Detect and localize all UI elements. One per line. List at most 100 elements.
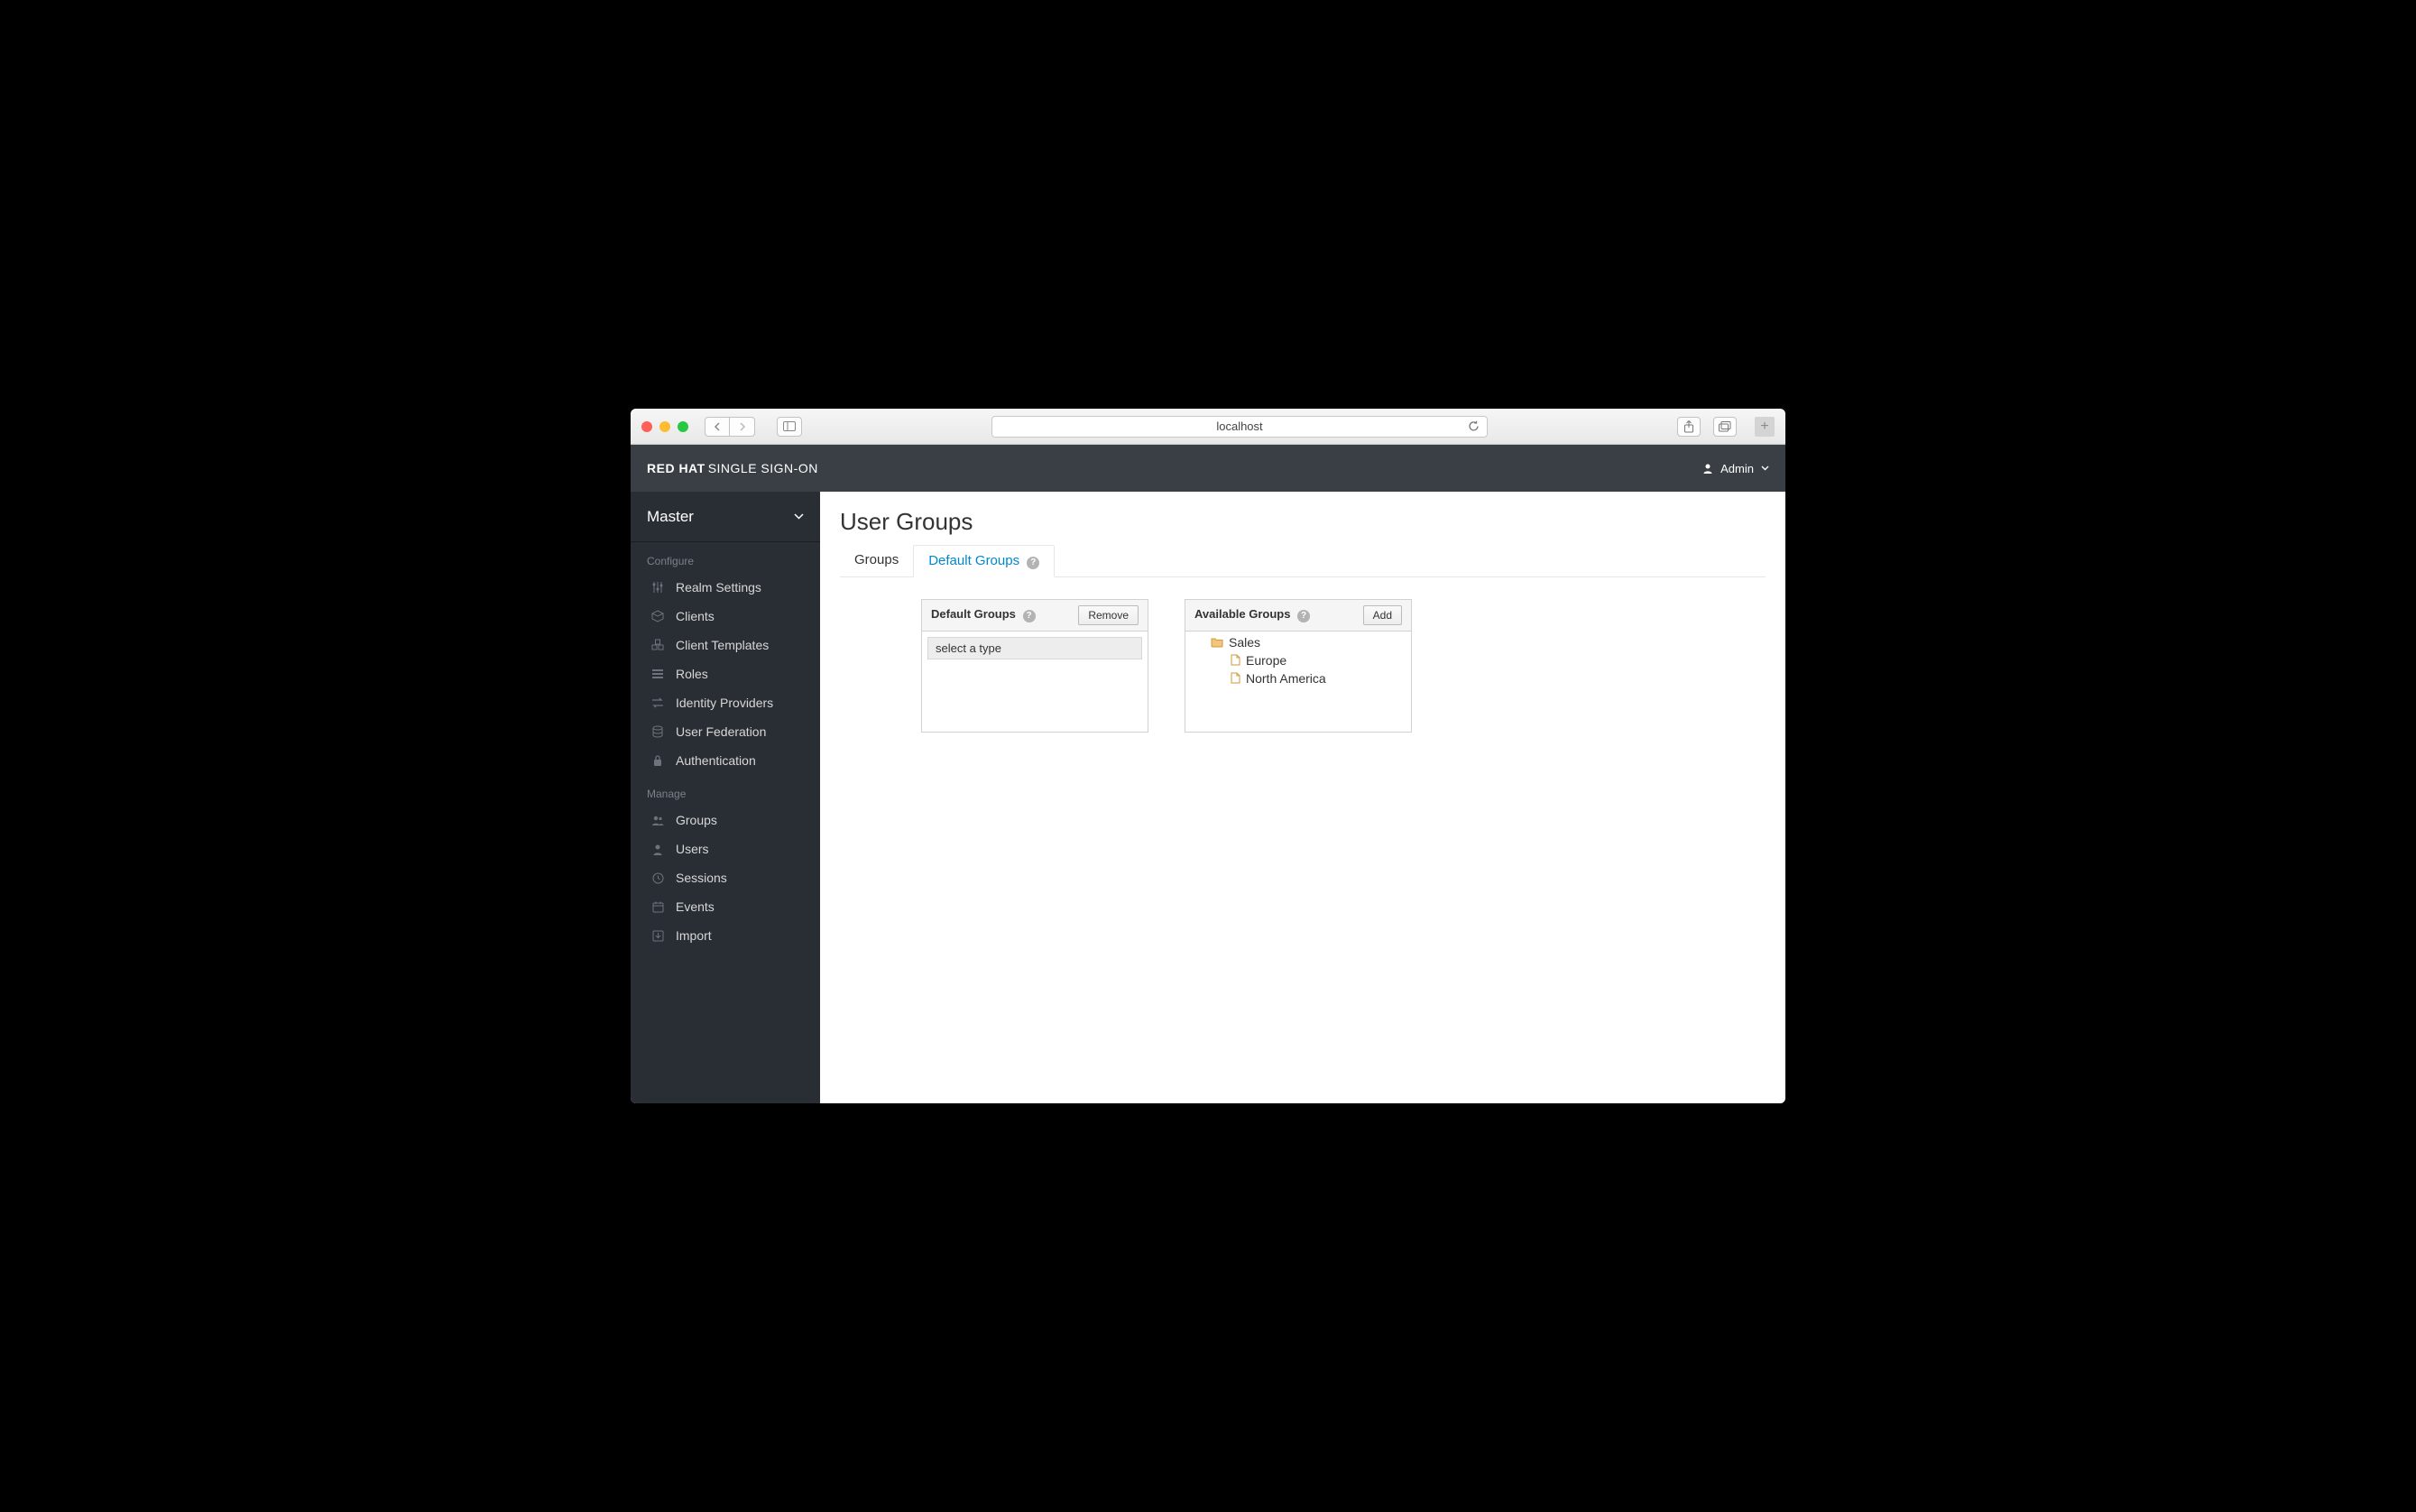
tab-label: Groups bbox=[854, 552, 899, 567]
sidebar-item-import[interactable]: Import bbox=[631, 921, 820, 950]
help-icon[interactable]: ? bbox=[1023, 610, 1036, 622]
clock-icon bbox=[650, 872, 665, 884]
sidebar-item-label: Events bbox=[676, 899, 715, 914]
exchange-icon bbox=[650, 697, 665, 708]
maximize-window-button[interactable] bbox=[678, 421, 688, 432]
available-groups-panel: Available Groups ? Add Sales bbox=[1185, 599, 1412, 733]
browser-window: localhost + RED HAT SINGLE SIGN-ON Admin bbox=[631, 409, 1785, 1103]
sidebar-item-label: Authentication bbox=[676, 753, 756, 768]
tabs-icon[interactable] bbox=[1713, 417, 1737, 437]
sidebar-item-groups[interactable]: Groups bbox=[631, 806, 820, 834]
sidebar-item-realm-settings[interactable]: Realm Settings bbox=[631, 573, 820, 602]
sidebar-item-user-federation[interactable]: User Federation bbox=[631, 717, 820, 746]
sidebar-item-events[interactable]: Events bbox=[631, 892, 820, 921]
tree-node-label: North America bbox=[1246, 671, 1326, 686]
user-menu[interactable]: Admin bbox=[1702, 462, 1769, 475]
folder-open-icon bbox=[1211, 637, 1223, 648]
sidebar-item-label: Realm Settings bbox=[676, 580, 761, 595]
panels: Default Groups ? Remove select a type bbox=[840, 599, 1766, 733]
minimize-window-button[interactable] bbox=[659, 421, 670, 432]
sidebar-item-label: Clients bbox=[676, 609, 715, 623]
chevron-down-icon bbox=[794, 513, 804, 520]
cube-icon bbox=[650, 610, 665, 622]
tree-node-europe[interactable]: Europe bbox=[1231, 651, 1400, 669]
database-icon bbox=[650, 725, 665, 738]
sidebar-item-sessions[interactable]: Sessions bbox=[631, 863, 820, 892]
tab-groups[interactable]: Groups bbox=[840, 545, 913, 576]
file-icon bbox=[1231, 654, 1240, 666]
new-tab-button[interactable]: + bbox=[1755, 417, 1775, 437]
nav-buttons bbox=[705, 417, 755, 437]
sidebar-item-client-templates[interactable]: Client Templates bbox=[631, 631, 820, 659]
sidebar-item-clients[interactable]: Clients bbox=[631, 602, 820, 631]
help-icon[interactable]: ? bbox=[1027, 557, 1039, 569]
tab-label: Default Groups bbox=[928, 553, 1019, 568]
sidebar: Master Configure Realm Settings Clients … bbox=[631, 492, 820, 1103]
user-icon bbox=[1702, 463, 1713, 474]
forward-button[interactable] bbox=[730, 417, 755, 437]
sidebar-item-label: User Federation bbox=[676, 724, 766, 739]
add-button[interactable]: Add bbox=[1363, 605, 1402, 625]
sidebar-item-label: Identity Providers bbox=[676, 696, 773, 710]
remove-button[interactable]: Remove bbox=[1078, 605, 1139, 625]
sidebar-item-label: Users bbox=[676, 842, 709, 856]
user-icon bbox=[650, 844, 665, 855]
tree-node-label: Sales bbox=[1229, 635, 1260, 650]
default-groups-list[interactable] bbox=[927, 659, 1142, 726]
sliders-icon bbox=[650, 581, 665, 594]
sidebar-item-label: Roles bbox=[676, 667, 708, 681]
back-button[interactable] bbox=[705, 417, 730, 437]
app-body: Master Configure Realm Settings Clients … bbox=[631, 492, 1785, 1103]
brand-rest: SINGLE SIGN-ON bbox=[708, 461, 818, 475]
import-icon bbox=[650, 930, 665, 942]
group-icon bbox=[650, 815, 665, 825]
sidebar-item-label: Sessions bbox=[676, 871, 727, 885]
panel-title: Available Groups bbox=[1194, 607, 1290, 621]
default-groups-header: Default Groups ? Remove bbox=[922, 600, 1148, 632]
calendar-icon bbox=[650, 901, 665, 913]
realm-selector[interactable]: Master bbox=[631, 492, 820, 542]
sidebar-item-label: Client Templates bbox=[676, 638, 769, 652]
file-icon bbox=[1231, 672, 1240, 684]
sidebar-item-roles[interactable]: Roles bbox=[631, 659, 820, 688]
app-header: RED HAT SINGLE SIGN-ON Admin bbox=[631, 445, 1785, 492]
chrome-right: + bbox=[1677, 417, 1775, 437]
default-groups-panel: Default Groups ? Remove select a type bbox=[921, 599, 1148, 733]
refresh-icon[interactable] bbox=[1468, 420, 1480, 432]
brand-bold: RED HAT bbox=[647, 461, 705, 475]
sidebar-item-label: Groups bbox=[676, 813, 717, 827]
sidebar-item-label: Import bbox=[676, 928, 712, 943]
sidebar-item-identity-providers[interactable]: Identity Providers bbox=[631, 688, 820, 717]
list-icon bbox=[650, 668, 665, 679]
lock-icon bbox=[650, 754, 665, 767]
browser-chrome: localhost + bbox=[631, 409, 1785, 445]
chevron-down-icon bbox=[1761, 466, 1769, 471]
url-text: localhost bbox=[1216, 419, 1262, 433]
page-title: User Groups bbox=[840, 508, 1766, 536]
configure-section-label: Configure bbox=[631, 542, 820, 573]
url-bar[interactable]: localhost bbox=[991, 416, 1488, 438]
realm-name: Master bbox=[647, 508, 694, 526]
sidebar-item-users[interactable]: Users bbox=[631, 834, 820, 863]
sidebar-toggle-button[interactable] bbox=[777, 417, 802, 437]
manage-section-label: Manage bbox=[631, 775, 820, 806]
available-groups-tree: Sales Europe bbox=[1185, 632, 1411, 689]
panel-title: Default Groups bbox=[931, 607, 1016, 621]
cubes-icon bbox=[650, 639, 665, 651]
tabs: Groups Default Groups ? bbox=[840, 545, 1766, 577]
main-content: User Groups Groups Default Groups ? Defa… bbox=[820, 492, 1785, 1103]
tree-node-north-america[interactable]: North America bbox=[1231, 669, 1400, 687]
user-label: Admin bbox=[1720, 462, 1754, 475]
tree-children: Europe North America bbox=[1196, 651, 1400, 687]
tab-default-groups[interactable]: Default Groups ? bbox=[913, 545, 1055, 577]
select-type-input[interactable]: select a type bbox=[927, 637, 1142, 659]
traffic-lights bbox=[641, 421, 688, 432]
sidebar-item-authentication[interactable]: Authentication bbox=[631, 746, 820, 775]
close-window-button[interactable] bbox=[641, 421, 652, 432]
default-groups-body: select a type bbox=[922, 632, 1148, 732]
tree-node-sales[interactable]: Sales bbox=[1196, 633, 1400, 651]
tree-node-label: Europe bbox=[1246, 653, 1286, 668]
share-icon[interactable] bbox=[1677, 417, 1701, 437]
available-groups-header: Available Groups ? Add bbox=[1185, 600, 1411, 632]
help-icon[interactable]: ? bbox=[1297, 610, 1310, 622]
